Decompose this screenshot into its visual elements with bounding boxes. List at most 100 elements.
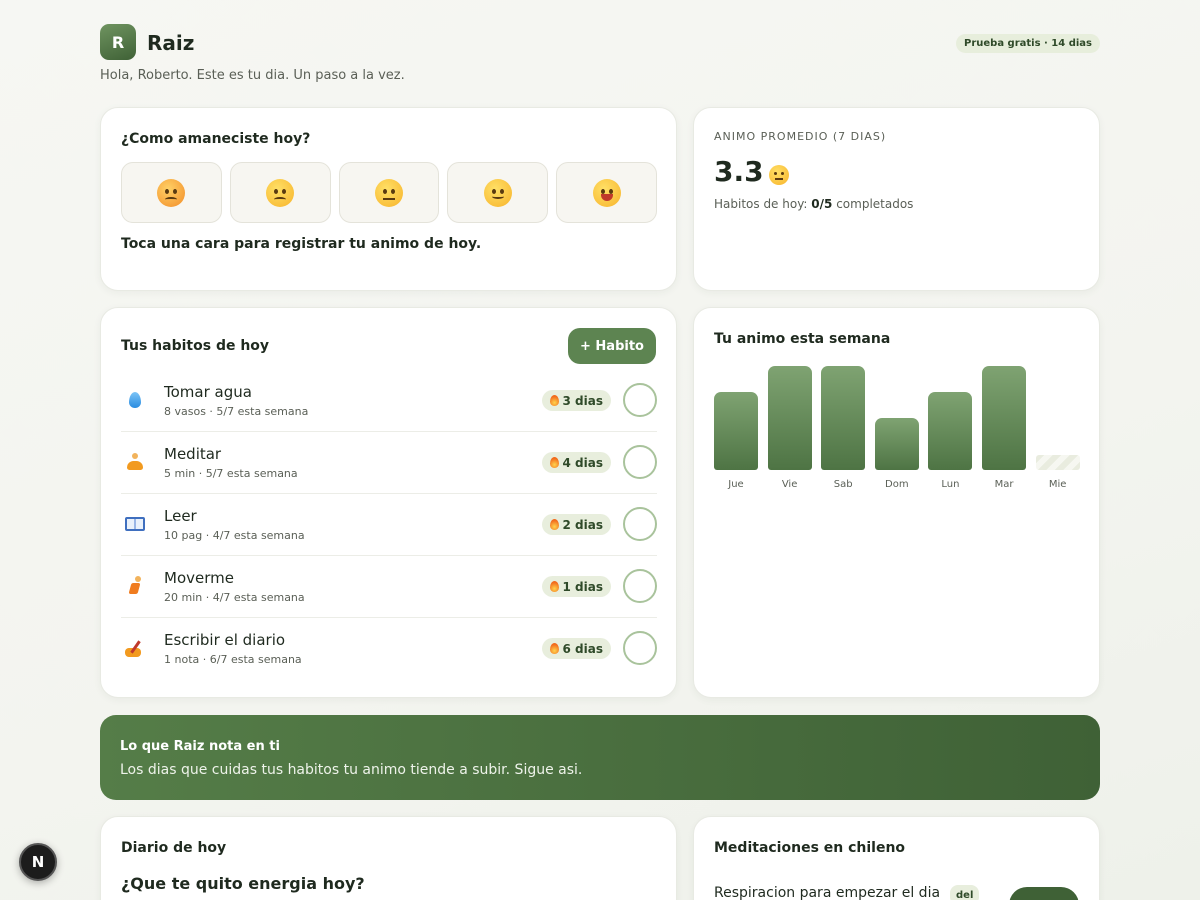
day-label: Jue: [728, 479, 744, 490]
mood-bar-mie: [1035, 455, 1080, 470]
water-drop-icon: [125, 388, 145, 412]
writing-icon: [125, 636, 145, 660]
day-label: Sab: [833, 479, 853, 490]
habit-complete-toggle[interactable]: [623, 569, 657, 603]
header: R Raiz Prueba gratis · 14 dias: [100, 24, 1100, 64]
habit-complete-toggle[interactable]: [623, 445, 657, 479]
mood-option-3[interactable]: [338, 162, 440, 223]
mood-bar-vie: [767, 366, 812, 470]
day-label: Dom: [885, 479, 909, 490]
day-label: Lun: [941, 479, 960, 490]
habits-summary: Habitos de hoy: 0/5 completados: [714, 197, 913, 211]
trial-badge: Prueba gratis · 14 dias: [956, 34, 1100, 53]
add-habit-button[interactable]: + Habito: [568, 328, 656, 364]
habit-name: Moverme: [164, 569, 234, 587]
grin-face-icon: [592, 178, 621, 207]
flame-icon: [549, 395, 559, 406]
streak-text: 6 dias: [562, 641, 603, 656]
streak-badge: 2 dias: [541, 514, 611, 535]
mood-bar-lun: [928, 392, 973, 470]
streak-text: 1 dias: [562, 579, 603, 594]
meditations-card: Meditaciones en chileno Respiracion para…: [693, 816, 1100, 900]
week-mood-chart: Jue Vie Sab Dom Lun Mar Mie: [714, 364, 1080, 494]
habit-meta: 5 min · 5/7 esta semana: [164, 467, 298, 480]
meditation-play-button[interactable]: [1009, 887, 1079, 900]
running-icon: [125, 574, 145, 598]
habit-complete-toggle[interactable]: [623, 507, 657, 541]
habit-name: Meditar: [164, 445, 222, 463]
streak-badge: 1 dias: [541, 576, 611, 597]
habit-name: Tomar agua: [164, 383, 252, 401]
mood-option-2[interactable]: [229, 162, 331, 223]
habits-summary-prefix: Habitos de hoy:: [714, 197, 812, 211]
habits-card: Tus habitos de hoy + Habito Tomar agua 8…: [100, 307, 677, 698]
mood-bar-dom: [874, 418, 919, 470]
smile-face-icon: [483, 178, 512, 207]
mood-option-1[interactable]: [121, 162, 222, 223]
streak-text: 3 dias: [562, 393, 603, 408]
day-label: Mar: [994, 479, 1014, 490]
streak-badge: 3 dias: [541, 390, 611, 411]
insight-title: Lo que Raiz nota en ti: [120, 739, 280, 754]
mood-options: [121, 162, 657, 223]
habit-row[interactable]: Leer 10 pag · 4/7 esta semana 2 dias: [121, 494, 657, 556]
diary-card: Diario de hoy ¿Que te quito energia hoy?: [100, 816, 677, 900]
insight-text: Los dias que cuidas tus habitos tu animo…: [120, 762, 583, 778]
app-name: Raiz: [147, 31, 195, 55]
dev-tools-button[interactable]: N: [19, 843, 57, 881]
habit-meta: 1 nota · 6/7 esta semana: [164, 653, 302, 666]
streak-badge: 4 dias: [541, 452, 611, 473]
habits-summary-suffix: completados: [832, 197, 914, 211]
flame-icon: [549, 457, 559, 468]
day-label: Vie: [781, 479, 798, 490]
flame-icon: [549, 643, 559, 654]
insight-banner: Lo que Raiz nota en ti Los dias que cuid…: [100, 715, 1100, 800]
week-card-title: Tu animo esta semana: [714, 331, 891, 347]
mood-option-5[interactable]: [556, 162, 657, 223]
average-face-icon: [769, 165, 789, 185]
habit-name: Leer: [164, 507, 197, 525]
habit-list: Tomar agua 8 vasos · 5/7 esta semana 3 d…: [121, 370, 657, 680]
mood-bar-mar: [982, 366, 1026, 470]
habits-summary-count: 0/5: [811, 197, 833, 211]
week-mood-card: Tu animo esta semana Jue Vie Sab Dom Lun Mar M…: [693, 307, 1100, 698]
mood-bar-sab: [821, 366, 866, 470]
mood-checkin-card: ¿Como amaneciste hoy? Toca una cara para…: [100, 107, 677, 291]
book-icon: [125, 512, 145, 536]
streak-badge: 6 dias: [541, 638, 611, 659]
habits-card-title: Tus habitos de hoy: [121, 338, 270, 354]
mood-hint: Toca una cara para registrar tu animo de…: [121, 236, 482, 252]
average-value: 3.3: [714, 155, 764, 188]
streak-text: 4 dias: [562, 455, 603, 470]
habit-row[interactable]: Meditar 5 min · 5/7 esta semana 4 dias: [121, 432, 657, 494]
habit-name: Escribir el diario: [164, 631, 286, 649]
habit-meta: 20 min · 4/7 esta semana: [164, 591, 305, 604]
meditation-item-title[interactable]: Respiracion para empezar el dia: [714, 885, 940, 900]
greeting-text: Hola, Roberto. Este es tu dia. Un paso a…: [100, 68, 405, 83]
habit-meta: 8 vasos · 5/7 esta semana: [164, 405, 309, 418]
mood-average-card: ANIMO PROMEDIO (7 DIAS) 3.3 Habitos de h…: [693, 107, 1100, 291]
flame-icon: [549, 581, 559, 592]
habit-complete-toggle[interactable]: [623, 383, 657, 417]
app-logo[interactable]: R: [100, 24, 136, 60]
habit-meta: 10 pag · 4/7 esta semana: [164, 529, 305, 542]
average-label: ANIMO PROMEDIO (7 DIAS): [714, 130, 887, 143]
very-bad-face-icon: [157, 178, 186, 207]
mood-bar-jue: [714, 392, 758, 470]
diary-question: ¿Que te quito energia hoy?: [121, 874, 365, 893]
meditation-item-tag: del: [950, 885, 980, 900]
habit-complete-toggle[interactable]: [623, 631, 657, 665]
mood-option-4[interactable]: [447, 162, 549, 223]
streak-text: 2 dias: [562, 517, 603, 532]
diary-card-title: Diario de hoy: [121, 840, 227, 856]
habit-row[interactable]: Moverme 20 min · 4/7 esta semana 1 dias: [121, 556, 657, 618]
meditation-icon: [125, 450, 145, 474]
habit-row[interactable]: Tomar agua 8 vasos · 5/7 esta semana 3 d…: [121, 370, 657, 432]
habit-row[interactable]: Escribir el diario 1 nota · 6/7 esta sem…: [121, 618, 657, 680]
flame-icon: [549, 519, 559, 530]
mood-card-title: ¿Como amaneciste hoy?: [121, 131, 311, 147]
meditations-card-title: Meditaciones en chileno: [714, 840, 906, 856]
day-label: Mie: [1048, 479, 1067, 490]
neutral-face-icon: [374, 178, 403, 207]
sad-face-icon: [266, 178, 295, 207]
